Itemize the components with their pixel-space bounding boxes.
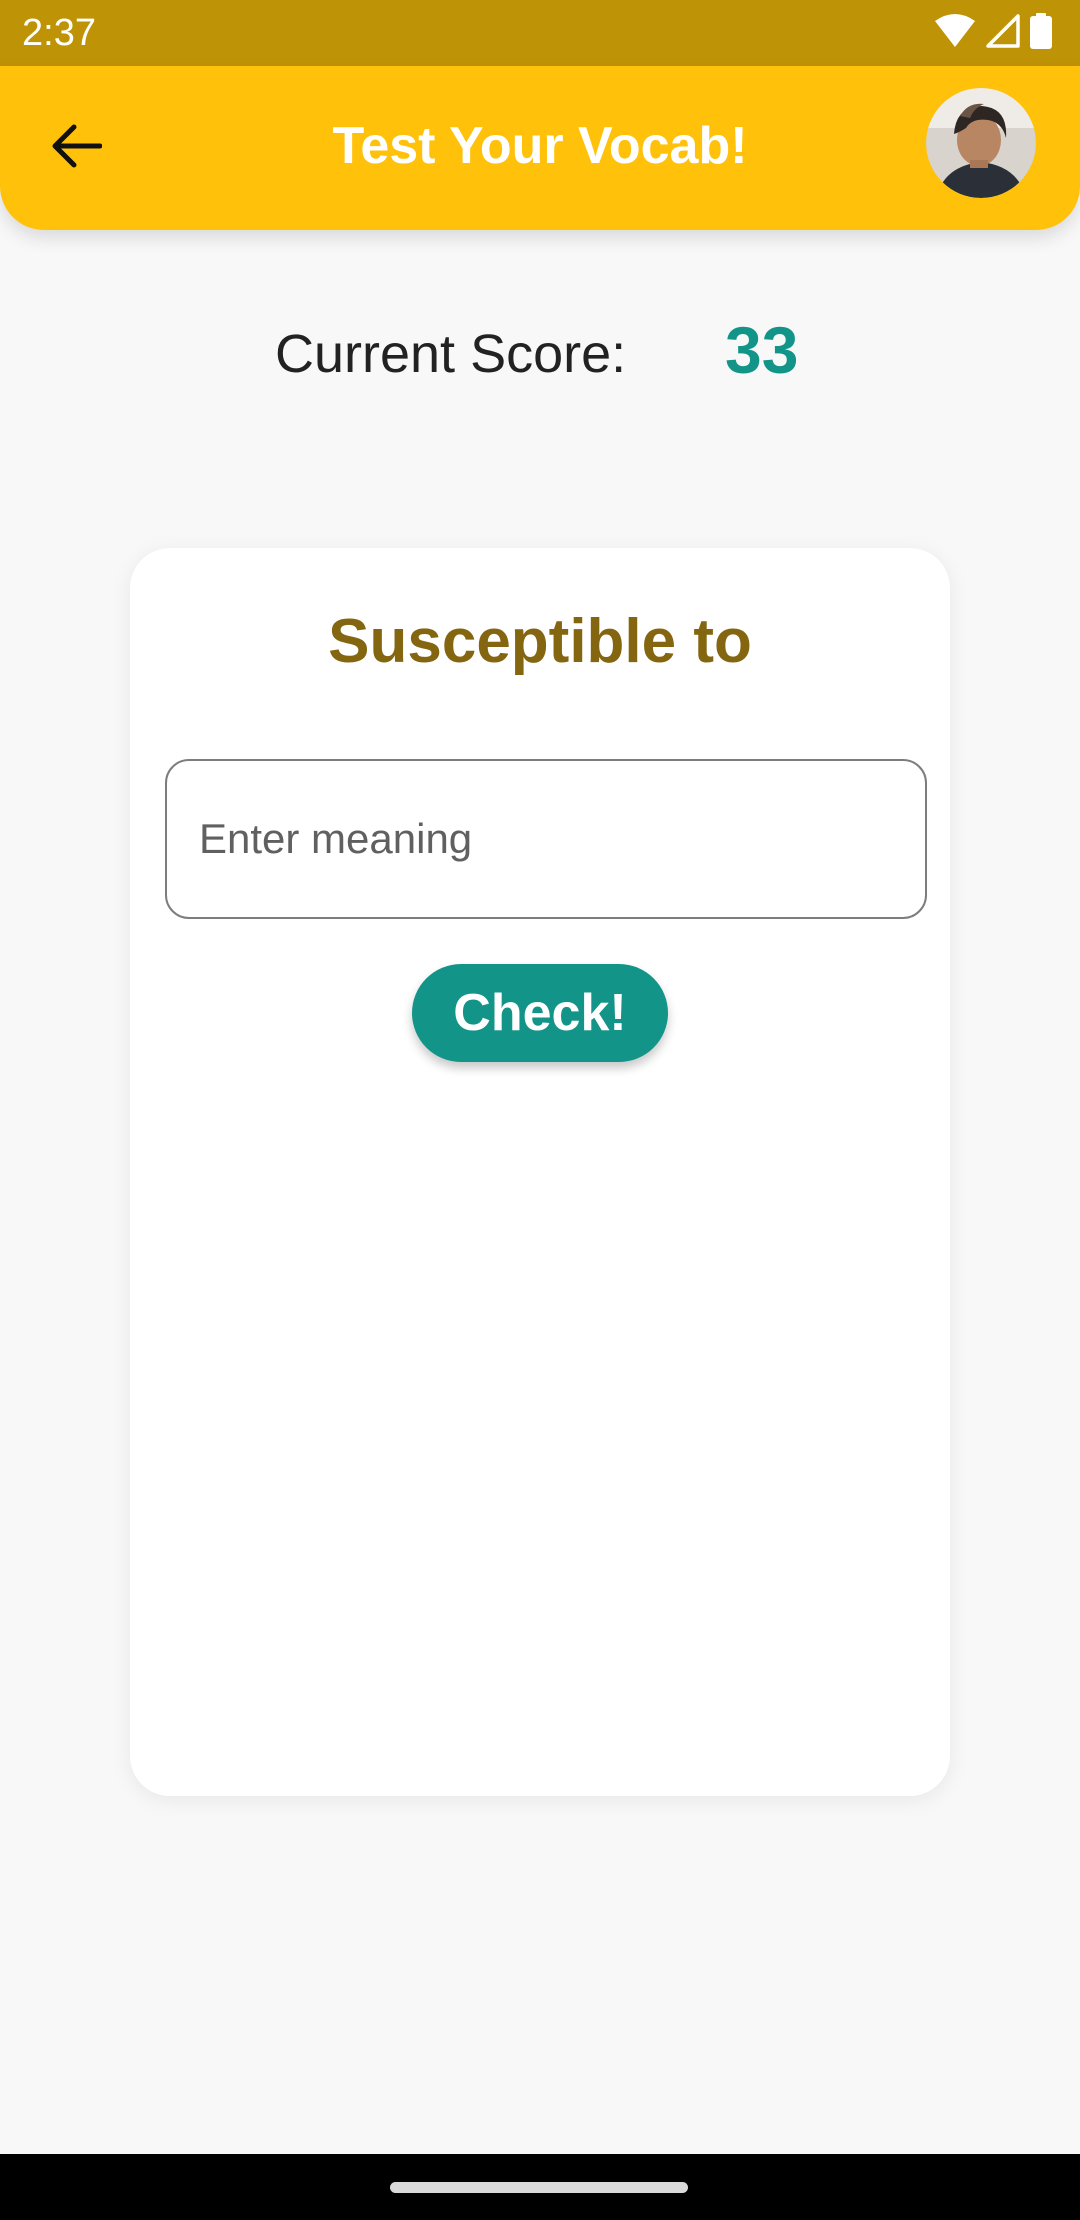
avatar[interactable]: [926, 88, 1036, 198]
status-bar: 2:37: [0, 0, 1080, 66]
status-time: 2:37: [22, 12, 96, 54]
signal-icon: [986, 13, 1020, 53]
status-icons: [934, 12, 1052, 54]
battery-icon: [1030, 12, 1052, 54]
screen: 2:37 Test Your Vocab! Current Score: 33 …: [0, 0, 1080, 2220]
score-row: Current Score: 33: [0, 314, 1080, 390]
meaning-input[interactable]: [165, 759, 927, 919]
quiz-card: Susceptible to Check!: [130, 548, 950, 1796]
score-label: Current Score:: [275, 324, 627, 384]
check-button[interactable]: Check!: [412, 964, 668, 1062]
navigation-bar: [0, 2154, 1080, 2220]
home-handle[interactable]: [390, 2182, 688, 2193]
avatar-image: [926, 88, 1036, 198]
app-bar: Test Your Vocab!: [0, 66, 1080, 230]
wifi-icon: [934, 13, 976, 53]
quiz-word: Susceptible to: [328, 607, 752, 676]
score-value: 33: [725, 313, 799, 387]
page-title: Test Your Vocab!: [332, 117, 748, 175]
